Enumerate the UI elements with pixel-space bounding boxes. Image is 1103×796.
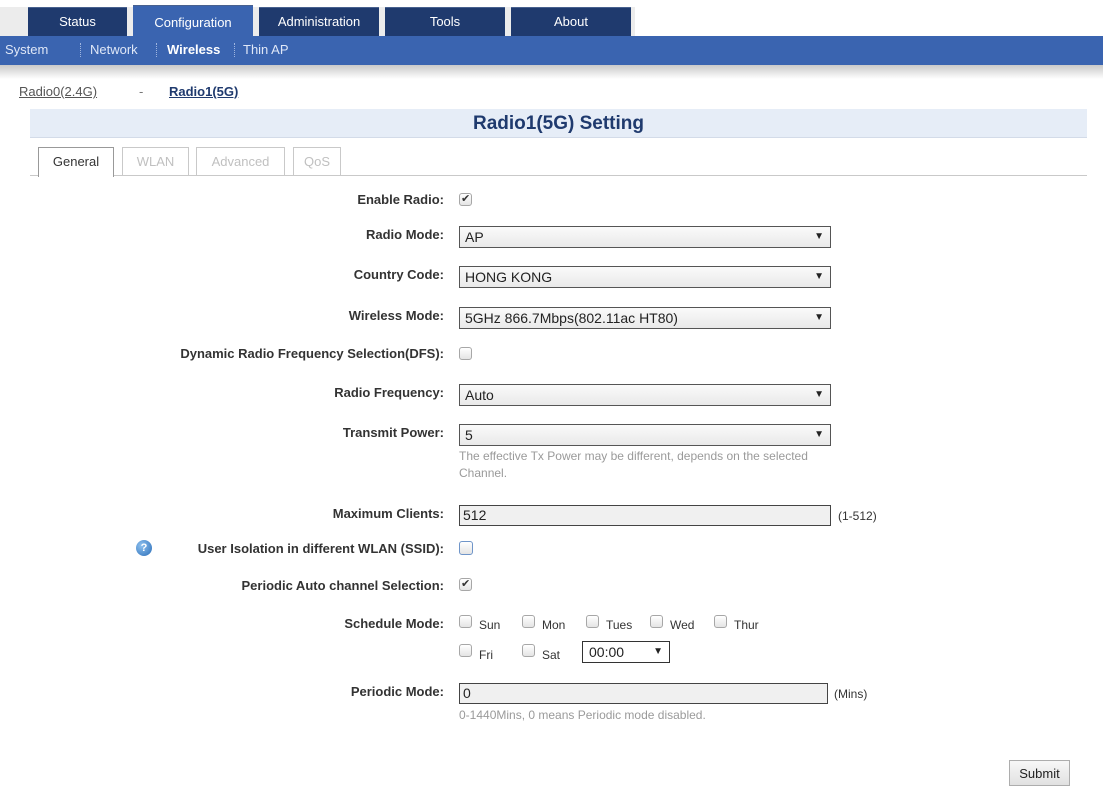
schedule-mon-checkbox[interactable] xyxy=(522,615,535,628)
tab-administration[interactable]: Administration xyxy=(259,7,379,36)
transmit-power-label: Transmit Power: xyxy=(342,425,444,440)
tab-underline xyxy=(30,175,1087,176)
max-clients-label: Maximum Clients: xyxy=(332,506,444,521)
tab-about[interactable]: About xyxy=(511,7,631,36)
periodic-auto-channel-label: Periodic Auto channel Selection: xyxy=(241,578,445,593)
schedule-sat-checkbox[interactable] xyxy=(522,644,535,657)
page-title: Radio1(5G) Setting xyxy=(472,113,644,134)
transmit-power-hint: The effective Tx Power may be different,… xyxy=(459,448,808,482)
tab-qos[interactable]: QoS xyxy=(293,147,341,175)
sub-nav-bar: System Network Wireless Thin AP xyxy=(0,36,1103,65)
subnav-separator xyxy=(234,43,235,57)
periodic-mode-input[interactable]: 0 xyxy=(459,683,828,704)
schedule-tues-label: Tues xyxy=(606,618,633,632)
user-isolation-label: User Isolation in different WLAN (SSID): xyxy=(197,541,444,556)
max-clients-input[interactable]: 512 xyxy=(459,505,831,526)
help-icon[interactable]: ? xyxy=(136,540,152,556)
radio-mode-label: Radio Mode: xyxy=(366,227,444,242)
submit-button[interactable]: Submit xyxy=(1009,760,1070,786)
schedule-wed-checkbox[interactable] xyxy=(650,615,663,628)
wireless-mode-select[interactable]: 5GHz 866.7Mbps(802.11ac HT80) ▼ xyxy=(459,307,831,329)
transmit-power-select[interactable]: 5 ▼ xyxy=(459,424,831,446)
schedule-sat-label: Sat xyxy=(542,648,561,662)
radio-frequency-label: Radio Frequency: xyxy=(334,385,444,400)
tab-status[interactable]: Status xyxy=(28,7,127,36)
nav-shadow xyxy=(0,65,1103,79)
radio-frequency-value: Auto xyxy=(465,387,494,403)
transmit-power-value: 5 xyxy=(465,427,473,443)
schedule-fri-checkbox[interactable] xyxy=(459,644,472,657)
tab-wlan[interactable]: WLAN xyxy=(122,147,189,175)
country-code-label: Country Code: xyxy=(353,267,444,282)
tab-tools[interactable]: Tools xyxy=(385,7,505,36)
schedule-time-value: 00:00 xyxy=(589,644,625,660)
chevron-down-icon: ▼ xyxy=(814,389,824,400)
chevron-down-icon: ▼ xyxy=(653,646,663,657)
subnav-thin-ap[interactable]: Thin AP xyxy=(243,36,289,65)
wireless-mode-value: 5GHz 866.7Mbps(802.11ac HT80) xyxy=(465,310,678,326)
title-band: Radio1(5G) Setting xyxy=(30,109,1087,138)
schedule-fri-label: Fri xyxy=(479,648,493,662)
subnav-network[interactable]: Network xyxy=(90,36,138,65)
tab-advanced[interactable]: Advanced xyxy=(196,147,285,175)
transmit-power-hint-line2: Channel. xyxy=(459,466,508,480)
chevron-down-icon: ▼ xyxy=(814,429,824,440)
user-isolation-checkbox[interactable] xyxy=(459,541,473,555)
radio-mode-value: AP xyxy=(465,229,484,245)
enable-radio-label: Enable Radio: xyxy=(357,192,444,207)
tab-general[interactable]: General xyxy=(38,147,114,177)
dfs-label: Dynamic Radio Frequency Selection(DFS): xyxy=(180,346,444,361)
periodic-auto-channel-checkbox[interactable] xyxy=(459,577,472,591)
subnav-separator xyxy=(80,43,81,57)
radio-frequency-select[interactable]: Auto ▼ xyxy=(459,384,831,406)
schedule-time-select[interactable]: 00:00 ▼ xyxy=(582,641,670,663)
periodic-mode-unit: (Mins) xyxy=(834,687,868,701)
periodic-mode-hint: 0-1440Mins, 0 means Periodic mode disabl… xyxy=(459,708,706,722)
radio-mode-select[interactable]: AP ▼ xyxy=(459,226,831,248)
schedule-mon-label: Mon xyxy=(542,618,566,632)
schedule-tues-checkbox[interactable] xyxy=(586,615,599,628)
country-code-value: HONG KONG xyxy=(465,269,553,285)
subnav-separator xyxy=(156,43,157,57)
wireless-mode-label: Wireless Mode: xyxy=(348,308,444,323)
chevron-down-icon: ▼ xyxy=(814,271,824,282)
chevron-down-icon: ▼ xyxy=(814,312,824,323)
subnav-wireless[interactable]: Wireless xyxy=(167,36,220,65)
schedule-wed-label: Wed xyxy=(670,618,695,632)
enable-radio-checkbox[interactable] xyxy=(459,192,472,206)
top-nav-bar: Status Configuration Administration Tool… xyxy=(0,0,1103,36)
schedule-thur-label: Thur xyxy=(734,618,759,632)
schedule-sun-label: Sun xyxy=(479,618,501,632)
subnav-system[interactable]: System xyxy=(5,36,48,65)
schedule-thur-checkbox[interactable] xyxy=(714,615,727,628)
max-clients-range: (1-512) xyxy=(838,509,877,523)
periodic-mode-label: Periodic Mode: xyxy=(350,684,444,699)
country-code-select[interactable]: HONG KONG ▼ xyxy=(459,266,831,288)
radio-link-separator: - xyxy=(139,84,144,99)
radio0-link[interactable]: Radio0(2.4G) xyxy=(19,84,97,99)
tab-configuration[interactable]: Configuration xyxy=(133,5,253,36)
chevron-down-icon: ▼ xyxy=(814,231,824,242)
schedule-mode-label: Schedule Mode: xyxy=(344,616,444,631)
dfs-checkbox[interactable] xyxy=(459,347,472,360)
schedule-sun-checkbox[interactable] xyxy=(459,615,472,628)
transmit-power-hint-line1: The effective Tx Power may be different,… xyxy=(459,449,808,463)
radio1-link[interactable]: Radio1(5G) xyxy=(169,84,238,99)
